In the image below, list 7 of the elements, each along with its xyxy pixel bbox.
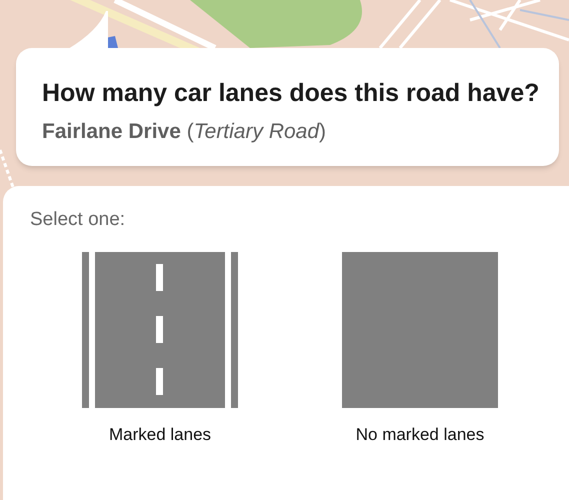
option-label: Marked lanes — [108, 424, 212, 446]
answer-option[interactable]: No marked lanes — [290, 252, 550, 448]
answer-option[interactable]: Marked lanes — [30, 252, 290, 448]
road-name: Fairlane Drive (Tertiary Road) — [42, 119, 328, 145]
select-prompt: Select one: — [30, 208, 126, 232]
option-label: No marked lanes — [356, 424, 484, 446]
question-title: How many car lanes does this road have? — [42, 78, 540, 109]
